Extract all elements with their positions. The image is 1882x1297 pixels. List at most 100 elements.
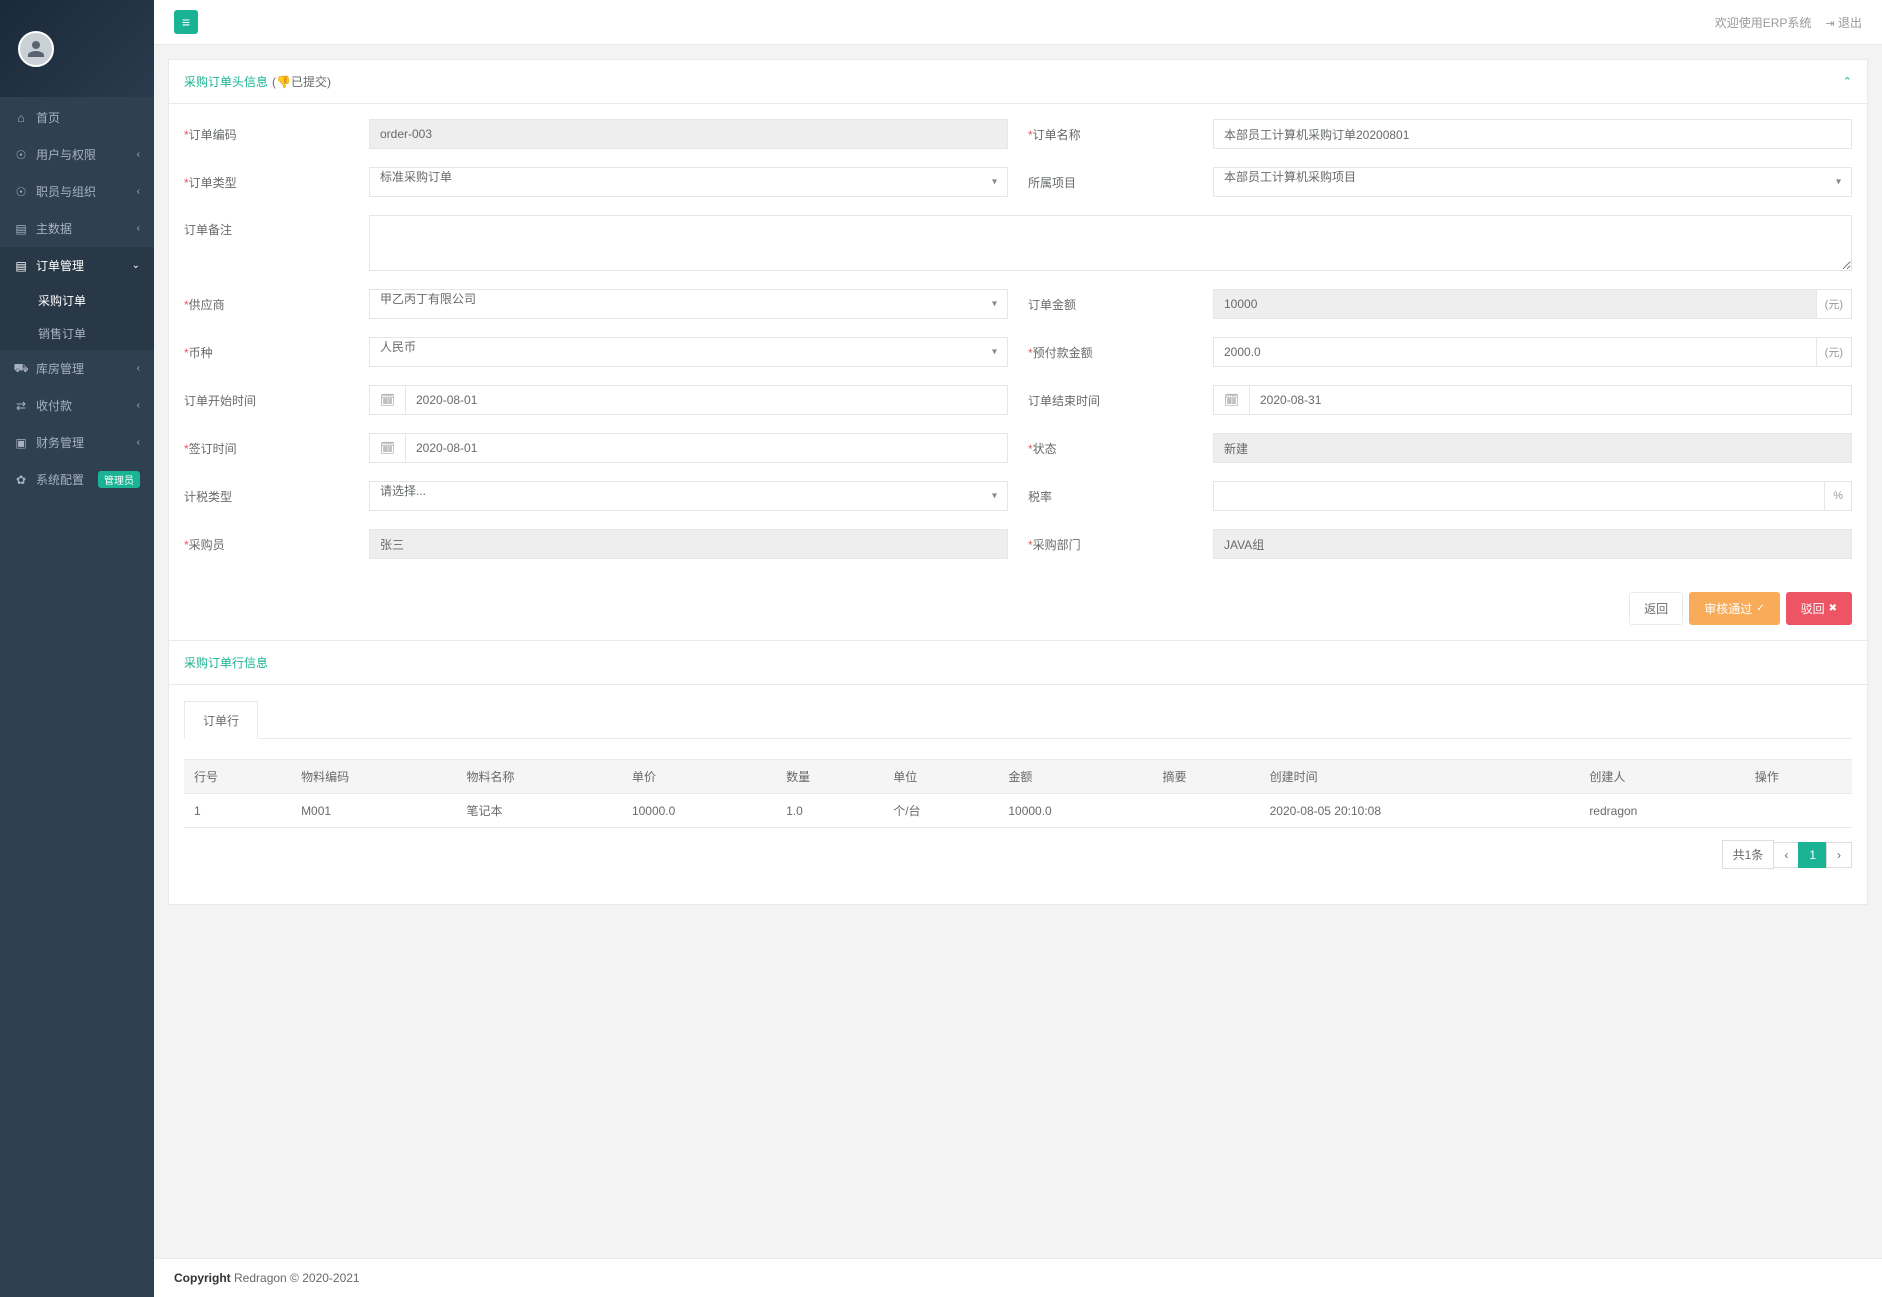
sidebar: ⌂ 首页 ☉ 用户与权限 ‹ ☉ 职员与组织 ‹ ▤ 主数据 ‹ ▤ 订单管理 (0, 0, 154, 1297)
sidebar-sub-sales-order[interactable]: 销售订单 (0, 317, 154, 350)
sign-date-input[interactable] (405, 433, 1008, 463)
status-input[interactable] (1213, 433, 1852, 463)
sidebar-item-orders[interactable]: ▤ 订单管理 ⌄ (0, 247, 154, 284)
end-date-input[interactable] (1249, 385, 1852, 415)
prepay-input[interactable] (1213, 337, 1817, 367)
page-total: 共1条 (1722, 840, 1775, 869)
panel-header: 采购订单头信息 (👎已提交) ⌃ (169, 60, 1867, 104)
end-date-label: 订单结束时间 (1028, 392, 1213, 409)
buyer-input[interactable] (369, 529, 1008, 559)
cell-amount: 10000.0 (998, 794, 1152, 828)
sidebar-item-home[interactable]: ⌂ 首页 (0, 99, 154, 136)
panel-title-suffix: (👎已提交) (272, 73, 331, 90)
sidebar-item-masterdata[interactable]: ▤ 主数据 ‹ (0, 210, 154, 247)
th-row-num: 行号 (184, 760, 291, 794)
table-header-row: 行号 物料编码 物料名称 单价 数量 单位 金额 摘要 创建时间 创建人 (184, 760, 1852, 794)
avatar[interactable] (18, 31, 54, 67)
remark-textarea[interactable] (369, 215, 1852, 271)
tab-order-line[interactable]: 订单行 (184, 701, 258, 739)
approve-button[interactable]: 审核通过 ✓ (1689, 592, 1779, 625)
sidebar-sub-label: 采购订单 (38, 294, 86, 308)
welcome-text: 欢迎使用ERP系统 (1715, 14, 1812, 31)
cell-row-num: 1 (184, 794, 291, 828)
chevron-left-icon: ‹ (137, 223, 140, 234)
amount-input[interactable] (1213, 289, 1817, 319)
button-row: 返回 审核通过 ✓ 驳回 ✖ (169, 592, 1867, 640)
sidebar-item-users[interactable]: ☉ 用户与权限 ‹ (0, 136, 154, 173)
page-num-button[interactable]: 1 (1798, 842, 1827, 868)
chevron-left-icon: ‹ (137, 400, 140, 411)
amount-label: 订单金额 (1028, 296, 1213, 313)
data-icon: ▤ (14, 222, 28, 236)
th-material-code: 物料编码 (291, 760, 456, 794)
back-button[interactable]: 返回 (1629, 592, 1683, 625)
check-icon: ✓ (1756, 603, 1764, 614)
supplier-label: *供应商 (184, 296, 369, 313)
cross-icon: ✖ (1829, 603, 1837, 614)
sidebar-item-label: 职员与组织 (36, 183, 96, 200)
nav-sub-orders: 采购订单 销售订单 (0, 284, 154, 350)
order-code-label: *订单编码 (184, 126, 369, 143)
sidebar-item-label: 收付款 (36, 397, 72, 414)
dept-input[interactable] (1213, 529, 1852, 559)
collapse-icon[interactable]: ⌃ (1843, 75, 1852, 88)
th-action: 操作 (1745, 760, 1852, 794)
currency-select[interactable]: 人民币 (369, 337, 1008, 367)
currency-label: *币种 (184, 344, 369, 361)
line-panel-body: 订单行 行号 物料编码 物料名称 单价 数量 单位 (169, 685, 1867, 904)
logout-link[interactable]: ⇥ 退出 (1825, 14, 1862, 31)
menu-toggle-button[interactable]: ≡ (174, 10, 198, 34)
sidebar-item-label: 主数据 (36, 220, 72, 237)
th-amount: 金额 (998, 760, 1152, 794)
sidebar-item-settings[interactable]: ✿ 系统配置 管理员 (0, 461, 154, 498)
order-header-panel: 采购订单头信息 (👎已提交) ⌃ *订单编码 *订单名称 (168, 59, 1868, 905)
finance-icon: ▣ (14, 436, 28, 450)
truck-icon: ⛟ (14, 361, 28, 377)
cell-created-time: 2020-08-05 20:10:08 (1260, 794, 1580, 828)
sidebar-sub-purchase-order[interactable]: 采购订单 (0, 284, 154, 317)
topbar-right: 欢迎使用ERP系统 ⇥ 退出 (1715, 14, 1862, 31)
table-row[interactable]: 1 M001 笔记本 10000.0 1.0 个/台 10000.0 2020-… (184, 794, 1852, 828)
cell-material-name: 笔记本 (457, 794, 622, 828)
chevron-down-icon: ⌄ (132, 260, 140, 271)
th-price: 单价 (622, 760, 776, 794)
admin-badge: 管理员 (98, 471, 140, 488)
order-code-input[interactable] (369, 119, 1008, 149)
line-panel-header: 采购订单行信息 (169, 640, 1867, 685)
th-created-time: 创建时间 (1260, 760, 1580, 794)
buyer-label: *采购员 (184, 536, 369, 553)
start-date-input[interactable] (405, 385, 1008, 415)
page-next-button[interactable]: › (1826, 842, 1852, 868)
chevron-left-icon: ‹ (137, 437, 140, 448)
supplier-select[interactable]: 甲乙丙丁有限公司 (369, 289, 1008, 319)
tabs: 订单行 (184, 700, 1852, 739)
pagination: 共1条 ‹ 1 › (184, 840, 1852, 869)
reject-button[interactable]: 驳回 ✖ (1786, 592, 1852, 625)
order-name-label: *订单名称 (1028, 126, 1213, 143)
tax-rate-input[interactable] (1213, 481, 1825, 511)
sidebar-item-staff[interactable]: ☉ 职员与组织 ‹ (0, 173, 154, 210)
project-select[interactable]: 本部员工计算机采购项目 (1213, 167, 1852, 197)
cell-price: 10000.0 (622, 794, 776, 828)
footer-copyright: Copyright (174, 1271, 231, 1285)
sidebar-item-label: 订单管理 (36, 257, 84, 274)
logout-icon: ⇥ (1825, 18, 1834, 30)
cell-material-code: M001 (291, 794, 456, 828)
sidebar-item-payments[interactable]: ⇄ 收付款 ‹ (0, 387, 154, 424)
order-type-label: *订单类型 (184, 174, 369, 191)
order-name-input[interactable] (1213, 119, 1852, 149)
tax-type-select[interactable]: 请选择... (369, 481, 1008, 511)
th-material-name: 物料名称 (457, 760, 622, 794)
order-type-select[interactable]: 标准采购订单 (369, 167, 1008, 197)
calendar-icon: 🗓 (1213, 385, 1249, 415)
page-prev-button[interactable]: ‹ (1773, 842, 1799, 868)
chevron-left-icon: ‹ (137, 186, 140, 197)
sidebar-item-finance[interactable]: ▣ 财务管理 ‹ (0, 424, 154, 461)
tax-type-label: 计税类型 (184, 488, 369, 505)
sidebar-item-warehouse[interactable]: ⛟ 库房管理 ‹ (0, 350, 154, 387)
remark-label: 订单备注 (184, 215, 369, 238)
sidebar-header (0, 0, 154, 97)
home-icon: ⌂ (14, 111, 28, 125)
line-panel-title: 采购订单行信息 (184, 654, 268, 671)
tab-content: 行号 物料编码 物料名称 单价 数量 单位 金额 摘要 创建时间 创建人 (184, 739, 1852, 889)
